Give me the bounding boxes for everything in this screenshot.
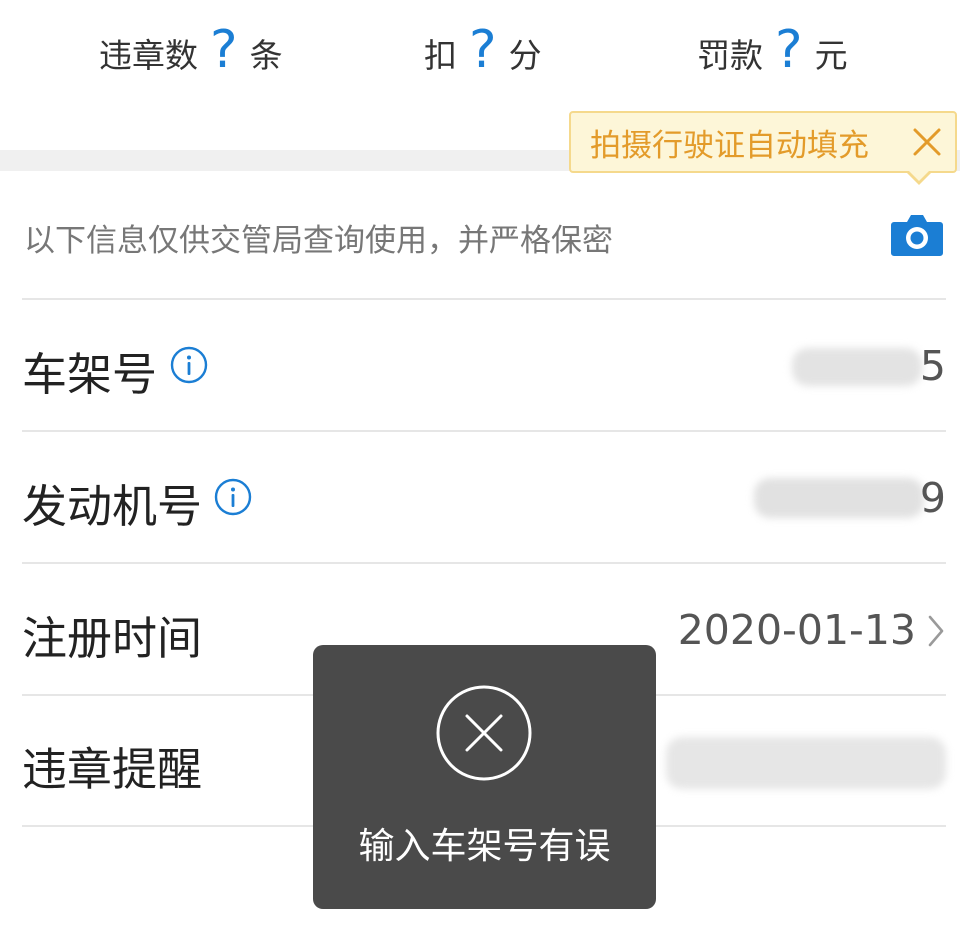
engine-value-redacted	[754, 478, 924, 518]
camera-icon[interactable]	[890, 212, 944, 257]
violation-query-screen: 违章数 ? 条 扣 ? 分 罚款 ? 元 以下信息仅供交管局查询使用，并严格保密…	[0, 0, 960, 937]
engine-number-label: 发动机号	[22, 480, 203, 533]
info-icon[interactable]	[170, 346, 208, 384]
reminder-value-redacted	[666, 737, 946, 789]
error-circle-x-icon	[435, 684, 533, 782]
fine-label: 罚款	[697, 36, 763, 75]
violation-count-value: ?	[210, 20, 238, 80]
auto-fill-tooltip-text[interactable]: 拍摄行驶证自动填充	[590, 120, 869, 165]
vin-value[interactable]: 5	[920, 342, 946, 390]
vin-row[interactable]: 车架号 5	[22, 300, 946, 432]
points-label: 扣	[424, 36, 457, 75]
fine-value: ?	[775, 20, 803, 80]
violation-count-unit: 条	[249, 36, 283, 75]
points-stat: 扣 ? 分	[424, 20, 542, 80]
violation-reminder-label: 违章提醒	[22, 743, 203, 796]
points-value: ?	[469, 20, 497, 80]
engine-number-row[interactable]: 发动机号 9	[22, 432, 946, 564]
info-icon[interactable]	[214, 478, 252, 516]
stats-bar: 违章数 ? 条 扣 ? 分 罚款 ? 元	[0, 0, 960, 105]
tooltip-arrow	[905, 169, 933, 185]
points-unit: 分	[508, 36, 542, 75]
error-toast: 输入车架号有误	[313, 645, 656, 909]
privacy-notice-text: 以下信息仅供交管局查询使用，并严格保密	[24, 223, 613, 259]
vin-label: 车架号	[22, 348, 158, 401]
fine-unit: 元	[814, 36, 848, 75]
engine-number-value[interactable]: 9	[920, 474, 946, 522]
violation-count-stat: 违章数 ? 条	[99, 20, 283, 80]
auto-fill-tooltip[interactable]: 拍摄行驶证自动填充	[569, 111, 957, 185]
register-date-value[interactable]: 2020-01-13	[678, 606, 916, 654]
vin-value-redacted	[792, 348, 922, 386]
fine-stat: 罚款 ? 元	[697, 20, 848, 80]
violation-count-label: 违章数	[99, 36, 198, 75]
error-toast-message: 输入车架号有误	[358, 826, 611, 867]
privacy-notice-row: 以下信息仅供交管局查询使用，并严格保密	[22, 171, 946, 300]
register-date-label: 注册时间	[22, 612, 203, 665]
chevron-right-icon[interactable]	[926, 614, 946, 648]
close-icon[interactable]	[911, 126, 943, 158]
